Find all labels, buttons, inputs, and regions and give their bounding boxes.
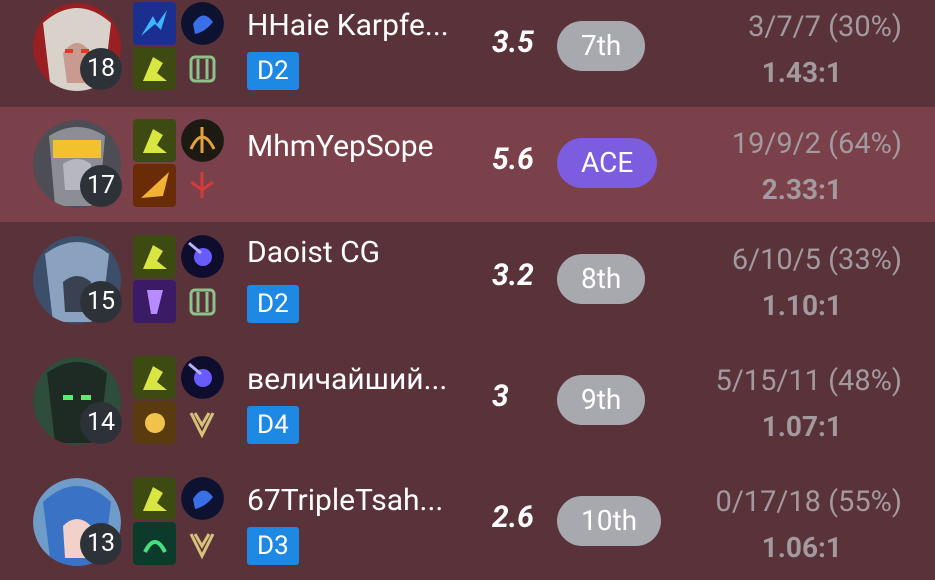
match-scoreboard: 18 HHaie Karpfe... D2 3.5 7th 3/7/7 (30%…	[0, 0, 935, 580]
champion-level: 18	[80, 48, 122, 90]
inspiration-icon[interactable]	[181, 522, 224, 565]
summoner-name[interactable]: 67TripleTsah...	[247, 483, 443, 518]
placement-pill: 10th	[557, 496, 662, 546]
kda-text: 6/10/5 (33%)	[731, 243, 902, 277]
flash-icon[interactable]	[133, 119, 176, 162]
placement-pill: 9th	[557, 375, 646, 425]
ignite-icon[interactable]	[133, 164, 176, 207]
rank-badge: D2	[247, 285, 299, 323]
flash-icon[interactable]	[133, 477, 176, 520]
flash-icon[interactable]	[133, 2, 176, 45]
performance-score: 2.6	[492, 500, 534, 535]
flash-icon[interactable]	[133, 235, 176, 278]
rank-badge: D4	[247, 406, 299, 444]
summoner-name[interactable]: MhmYepSope	[247, 129, 434, 164]
placement-pill: 7th	[557, 21, 646, 71]
resolve-icon[interactable]	[181, 47, 224, 90]
teleport-icon[interactable]	[133, 280, 176, 323]
kda-ratio: 1.10:1	[761, 289, 842, 322]
arcane-comet-icon[interactable]	[181, 356, 224, 399]
player-row[interactable]: 14 величайший... D4 3 9th 5/15/11 (48%) …	[0, 344, 935, 459]
flash-icon[interactable]	[133, 356, 176, 399]
player-row[interactable]: 13 67TripleTsah... D3 2.6 10th 0/17/18 (…	[0, 465, 935, 580]
champion-level: 13	[80, 523, 122, 565]
arcane-comet-icon[interactable]	[181, 235, 224, 278]
player-row[interactable]: 18 HHaie Karpfe... D2 3.5 7th 3/7/7 (30%…	[0, 0, 935, 105]
inspiration-icon[interactable]	[181, 401, 224, 444]
conqueror-icon[interactable]	[181, 119, 224, 162]
champion-level: 15	[80, 281, 122, 323]
resolve-icon[interactable]	[181, 280, 224, 323]
player-row[interactable]: 15 Daoist CG D2 3.2 8th 6/10/5 (33%) 1.1…	[0, 223, 935, 338]
performance-score: 5.6	[492, 142, 534, 177]
summoner-name[interactable]: Daoist CG	[247, 235, 380, 270]
performance-score: 3	[492, 379, 509, 414]
electrocute-icon[interactable]	[181, 2, 224, 45]
kda-ratio: 2.33:1	[761, 173, 842, 206]
rank-badge: D3	[247, 527, 299, 565]
placement-pill: 8th	[557, 254, 646, 304]
summoner-name[interactable]: HHaie Karpfe...	[247, 8, 449, 43]
aery-icon[interactable]	[181, 477, 224, 520]
champion-level: 17	[80, 165, 122, 207]
rank-badge: D2	[247, 52, 299, 90]
kda-text: 19/9/2 (64%)	[731, 127, 902, 161]
kda-text: 0/17/18 (55%)	[715, 485, 902, 519]
performance-score: 3.2	[492, 258, 534, 293]
heal-icon[interactable]	[133, 522, 176, 565]
ghost-icon[interactable]	[133, 47, 176, 90]
precision-icon[interactable]	[181, 164, 224, 207]
exhaust-icon[interactable]	[133, 401, 176, 444]
kda-ratio: 1.43:1	[761, 56, 842, 89]
kda-text: 5/15/11 (48%)	[715, 364, 902, 398]
player-row[interactable]: 17 MhmYepSope 5.6 ACE 19/9/2 (64%) 2.33:…	[0, 107, 935, 222]
summoner-name[interactable]: величайший...	[247, 362, 447, 397]
kda-text: 3/7/7 (30%)	[748, 10, 902, 44]
placement-pill: ACE	[557, 138, 658, 188]
champion-level: 14	[80, 402, 122, 444]
performance-score: 3.5	[492, 25, 534, 60]
kda-ratio: 1.06:1	[761, 531, 842, 564]
kda-ratio: 1.07:1	[761, 410, 842, 443]
